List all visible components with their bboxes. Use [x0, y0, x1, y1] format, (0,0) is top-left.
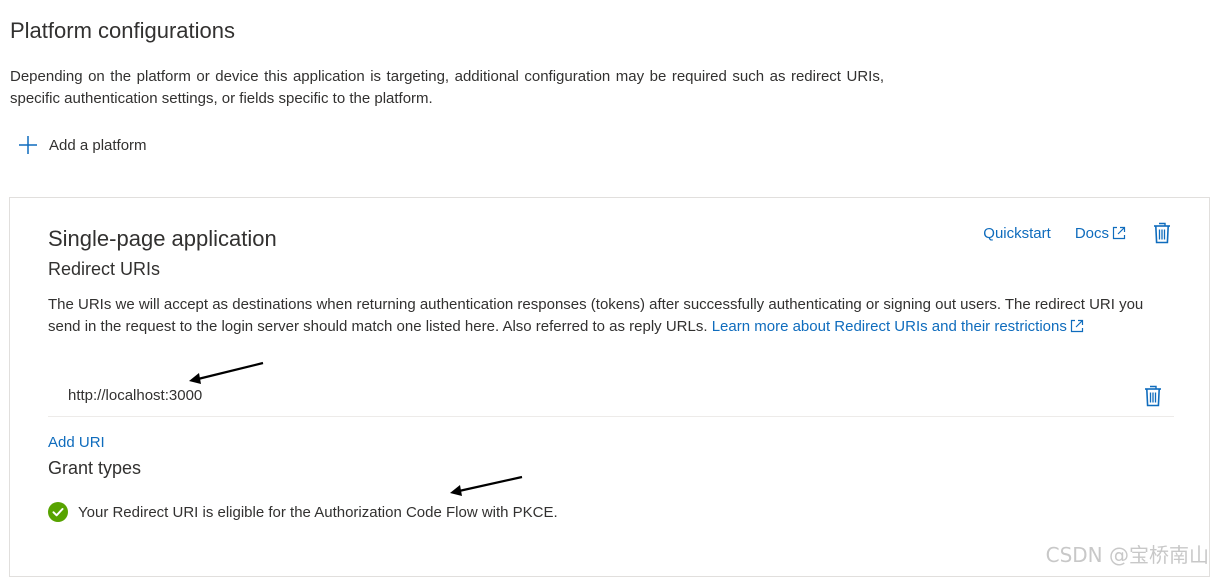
redirect-uri-value[interactable]: http://localhost:3000 — [68, 387, 202, 404]
delete-uri-button[interactable] — [1144, 385, 1162, 412]
grant-eligibility-message: Your Redirect URI is eligible for the Au… — [48, 502, 558, 522]
external-link-icon — [1112, 226, 1126, 240]
add-platform-button[interactable]: Add a platform — [18, 132, 147, 158]
redirect-uris-heading: Redirect URIs — [48, 259, 161, 279]
grant-types-heading: Grant types — [48, 458, 142, 478]
watermark: CSDN @宝桥南山 — [1045, 543, 1209, 567]
card-title: Single-page application — [48, 226, 277, 251]
arrow-annotation — [450, 475, 523, 496]
grant-message-text: Your Redirect URI is eligible for the Au… — [78, 503, 558, 521]
add-uri-link[interactable]: Add URI — [48, 434, 105, 451]
page-description: Depending on the platform or device this… — [10, 68, 884, 107]
check-circle-icon — [48, 502, 68, 522]
learn-more-link[interactable]: Learn more about Redirect URIs and their… — [712, 318, 1067, 335]
page-title: Platform configurations — [10, 18, 235, 43]
docs-label: Docs — [1074, 224, 1109, 242]
trash-icon — [1154, 222, 1170, 244]
external-link-icon — [1070, 319, 1083, 333]
card-actions: Quickstart Docs — [983, 222, 1171, 244]
docs-link[interactable]: Docs — [1075, 225, 1127, 242]
redirect-uris-description: The URIs we will accept as destinations … — [48, 294, 1168, 338]
trash-icon — [1145, 385, 1161, 407]
arrow-annotation — [189, 361, 264, 384]
quickstart-link[interactable]: Quickstart — [983, 225, 1051, 242]
plus-icon — [19, 136, 37, 154]
delete-platform-button[interactable] — [1153, 222, 1171, 244]
add-platform-label: Add a platform — [49, 136, 147, 154]
